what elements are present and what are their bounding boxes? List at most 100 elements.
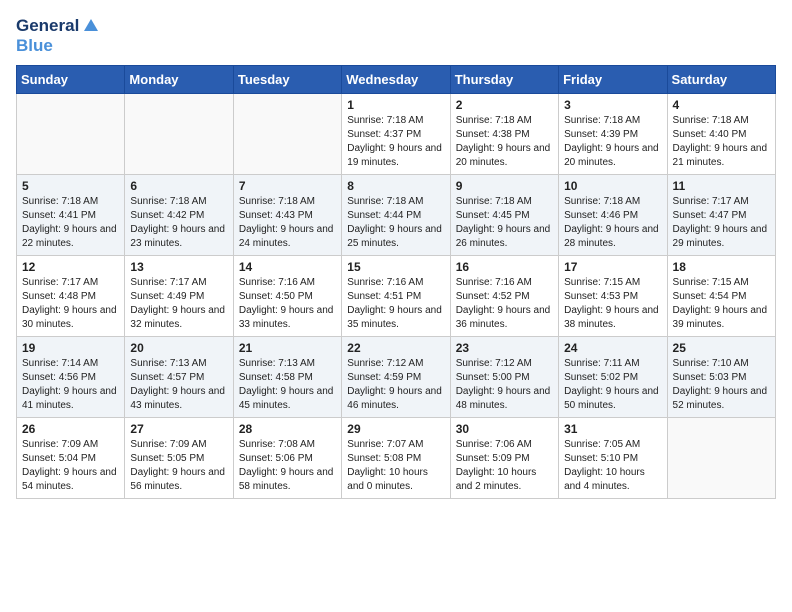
day-info: Sunrise: 7:11 AM Sunset: 5:02 PM Dayligh… bbox=[564, 357, 661, 413]
sunrise-text: Sunrise: 7:15 AM bbox=[564, 277, 640, 288]
day-info: Sunrise: 7:15 AM Sunset: 4:53 PM Dayligh… bbox=[564, 276, 661, 332]
day-cell-1-2 bbox=[125, 94, 233, 175]
day-info: Sunrise: 7:10 AM Sunset: 5:03 PM Dayligh… bbox=[673, 357, 770, 413]
day-cell-4-7: 25 Sunrise: 7:10 AM Sunset: 5:03 PM Dayl… bbox=[667, 337, 775, 418]
day-info: Sunrise: 7:18 AM Sunset: 4:37 PM Dayligh… bbox=[347, 114, 444, 170]
sunset-text: Sunset: 4:47 PM bbox=[673, 210, 747, 221]
logo-triangle-icon bbox=[82, 17, 100, 35]
sunset-text: Sunset: 4:59 PM bbox=[347, 372, 421, 383]
day-info: Sunrise: 7:12 AM Sunset: 5:00 PM Dayligh… bbox=[456, 357, 553, 413]
day-number: 29 bbox=[347, 422, 444, 436]
day-cell-5-7 bbox=[667, 418, 775, 499]
daylight-text: Daylight: 9 hours and 22 minutes. bbox=[22, 224, 117, 249]
day-number: 9 bbox=[456, 179, 553, 193]
daylight-text: Daylight: 9 hours and 30 minutes. bbox=[22, 305, 117, 330]
day-number: 2 bbox=[456, 98, 553, 112]
sunrise-text: Sunrise: 7:06 AM bbox=[456, 439, 532, 450]
header-monday: Monday bbox=[125, 66, 233, 94]
day-info: Sunrise: 7:18 AM Sunset: 4:43 PM Dayligh… bbox=[239, 195, 336, 251]
day-number: 11 bbox=[673, 179, 770, 193]
sunrise-text: Sunrise: 7:07 AM bbox=[347, 439, 423, 450]
day-number: 3 bbox=[564, 98, 661, 112]
day-number: 12 bbox=[22, 260, 119, 274]
sunrise-text: Sunrise: 7:09 AM bbox=[22, 439, 98, 450]
sunrise-text: Sunrise: 7:09 AM bbox=[130, 439, 206, 450]
day-number: 28 bbox=[239, 422, 336, 436]
day-cell-5-3: 28 Sunrise: 7:08 AM Sunset: 5:06 PM Dayl… bbox=[233, 418, 341, 499]
day-info: Sunrise: 7:07 AM Sunset: 5:08 PM Dayligh… bbox=[347, 438, 444, 494]
day-cell-3-1: 12 Sunrise: 7:17 AM Sunset: 4:48 PM Dayl… bbox=[17, 256, 125, 337]
sunset-text: Sunset: 5:00 PM bbox=[456, 372, 530, 383]
day-info: Sunrise: 7:18 AM Sunset: 4:46 PM Dayligh… bbox=[564, 195, 661, 251]
day-cell-2-3: 7 Sunrise: 7:18 AM Sunset: 4:43 PM Dayli… bbox=[233, 175, 341, 256]
daylight-text: Daylight: 9 hours and 38 minutes. bbox=[564, 305, 659, 330]
day-cell-5-6: 31 Sunrise: 7:05 AM Sunset: 5:10 PM Dayl… bbox=[559, 418, 667, 499]
sunset-text: Sunset: 4:44 PM bbox=[347, 210, 421, 221]
day-cell-4-4: 22 Sunrise: 7:12 AM Sunset: 4:59 PM Dayl… bbox=[342, 337, 450, 418]
day-number: 7 bbox=[239, 179, 336, 193]
daylight-text: Daylight: 9 hours and 48 minutes. bbox=[456, 386, 551, 411]
sunset-text: Sunset: 4:39 PM bbox=[564, 129, 638, 140]
sunrise-text: Sunrise: 7:15 AM bbox=[673, 277, 749, 288]
day-cell-5-5: 30 Sunrise: 7:06 AM Sunset: 5:09 PM Dayl… bbox=[450, 418, 558, 499]
header-thursday: Thursday bbox=[450, 66, 558, 94]
day-number: 26 bbox=[22, 422, 119, 436]
day-number: 5 bbox=[22, 179, 119, 193]
day-cell-2-4: 8 Sunrise: 7:18 AM Sunset: 4:44 PM Dayli… bbox=[342, 175, 450, 256]
day-info: Sunrise: 7:16 AM Sunset: 4:50 PM Dayligh… bbox=[239, 276, 336, 332]
day-number: 16 bbox=[456, 260, 553, 274]
weekday-header-row: SundayMondayTuesdayWednesdayThursdayFrid… bbox=[17, 66, 776, 94]
sunset-text: Sunset: 4:40 PM bbox=[673, 129, 747, 140]
day-info: Sunrise: 7:17 AM Sunset: 4:47 PM Dayligh… bbox=[673, 195, 770, 251]
week-row-4: 19 Sunrise: 7:14 AM Sunset: 4:56 PM Dayl… bbox=[17, 337, 776, 418]
day-number: 6 bbox=[130, 179, 227, 193]
day-cell-4-5: 23 Sunrise: 7:12 AM Sunset: 5:00 PM Dayl… bbox=[450, 337, 558, 418]
day-info: Sunrise: 7:16 AM Sunset: 4:51 PM Dayligh… bbox=[347, 276, 444, 332]
sunset-text: Sunset: 4:45 PM bbox=[456, 210, 530, 221]
sunset-text: Sunset: 5:08 PM bbox=[347, 453, 421, 464]
daylight-text: Daylight: 9 hours and 46 minutes. bbox=[347, 386, 442, 411]
daylight-text: Daylight: 9 hours and 19 minutes. bbox=[347, 143, 442, 168]
daylight-text: Daylight: 9 hours and 54 minutes. bbox=[22, 467, 117, 492]
day-info: Sunrise: 7:16 AM Sunset: 4:52 PM Dayligh… bbox=[456, 276, 553, 332]
calendar-table: SundayMondayTuesdayWednesdayThursdayFrid… bbox=[16, 65, 776, 499]
day-info: Sunrise: 7:12 AM Sunset: 4:59 PM Dayligh… bbox=[347, 357, 444, 413]
daylight-text: Daylight: 9 hours and 52 minutes. bbox=[673, 386, 768, 411]
sunset-text: Sunset: 5:10 PM bbox=[564, 453, 638, 464]
daylight-text: Daylight: 9 hours and 20 minutes. bbox=[564, 143, 659, 168]
day-cell-5-1: 26 Sunrise: 7:09 AM Sunset: 5:04 PM Dayl… bbox=[17, 418, 125, 499]
day-cell-3-3: 14 Sunrise: 7:16 AM Sunset: 4:50 PM Dayl… bbox=[233, 256, 341, 337]
sunset-text: Sunset: 4:56 PM bbox=[22, 372, 96, 383]
daylight-text: Daylight: 9 hours and 36 minutes. bbox=[456, 305, 551, 330]
week-row-3: 12 Sunrise: 7:17 AM Sunset: 4:48 PM Dayl… bbox=[17, 256, 776, 337]
sunset-text: Sunset: 4:54 PM bbox=[673, 291, 747, 302]
sunrise-text: Sunrise: 7:08 AM bbox=[239, 439, 315, 450]
day-info: Sunrise: 7:09 AM Sunset: 5:04 PM Dayligh… bbox=[22, 438, 119, 494]
sunrise-text: Sunrise: 7:17 AM bbox=[130, 277, 206, 288]
sunrise-text: Sunrise: 7:05 AM bbox=[564, 439, 640, 450]
logo: General Blue bbox=[16, 16, 100, 55]
sunrise-text: Sunrise: 7:10 AM bbox=[673, 358, 749, 369]
sunrise-text: Sunrise: 7:18 AM bbox=[239, 196, 315, 207]
day-cell-2-7: 11 Sunrise: 7:17 AM Sunset: 4:47 PM Dayl… bbox=[667, 175, 775, 256]
sunset-text: Sunset: 4:51 PM bbox=[347, 291, 421, 302]
daylight-text: Daylight: 9 hours and 21 minutes. bbox=[673, 143, 768, 168]
week-row-5: 26 Sunrise: 7:09 AM Sunset: 5:04 PM Dayl… bbox=[17, 418, 776, 499]
sunrise-text: Sunrise: 7:18 AM bbox=[564, 115, 640, 126]
day-cell-5-2: 27 Sunrise: 7:09 AM Sunset: 5:05 PM Dayl… bbox=[125, 418, 233, 499]
sunset-text: Sunset: 5:06 PM bbox=[239, 453, 313, 464]
sunset-text: Sunset: 4:52 PM bbox=[456, 291, 530, 302]
day-cell-3-7: 18 Sunrise: 7:15 AM Sunset: 4:54 PM Dayl… bbox=[667, 256, 775, 337]
daylight-text: Daylight: 9 hours and 29 minutes. bbox=[673, 224, 768, 249]
day-info: Sunrise: 7:17 AM Sunset: 4:48 PM Dayligh… bbox=[22, 276, 119, 332]
sunrise-text: Sunrise: 7:13 AM bbox=[239, 358, 315, 369]
daylight-text: Daylight: 10 hours and 4 minutes. bbox=[564, 467, 645, 492]
page-header: General Blue bbox=[16, 16, 776, 55]
day-info: Sunrise: 7:08 AM Sunset: 5:06 PM Dayligh… bbox=[239, 438, 336, 494]
week-row-2: 5 Sunrise: 7:18 AM Sunset: 4:41 PM Dayli… bbox=[17, 175, 776, 256]
header-sunday: Sunday bbox=[17, 66, 125, 94]
sunset-text: Sunset: 5:02 PM bbox=[564, 372, 638, 383]
daylight-text: Daylight: 9 hours and 32 minutes. bbox=[130, 305, 225, 330]
day-cell-2-6: 10 Sunrise: 7:18 AM Sunset: 4:46 PM Dayl… bbox=[559, 175, 667, 256]
day-cell-1-3 bbox=[233, 94, 341, 175]
